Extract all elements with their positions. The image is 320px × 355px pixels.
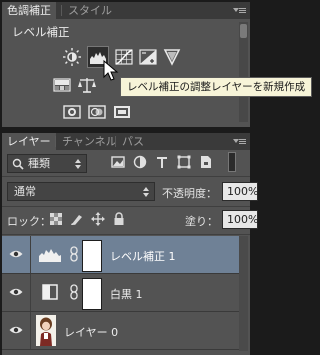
lock-all-icon[interactable] — [112, 212, 126, 226]
opacity-label: 不透明度： — [162, 187, 217, 200]
lock-transparent-pixels-icon[interactable] — [49, 212, 63, 226]
color-lookup-icon[interactable] — [112, 102, 132, 122]
type-filter-icon[interactable] — [154, 154, 170, 170]
divider — [2, 206, 250, 207]
blend-mode-label: 通常 — [14, 185, 36, 198]
layer-name[interactable]: 白黒 1 — [110, 286, 143, 302]
photo-filter-icon[interactable] — [62, 102, 82, 122]
shape-filter-icon[interactable] — [176, 154, 192, 170]
layer-name[interactable]: レイヤー 0 — [64, 324, 118, 340]
hue-saturation-icon[interactable] — [52, 75, 72, 95]
pixel-filter-icon[interactable] — [110, 154, 126, 170]
tab-adjustments[interactable]: 色調補正 — [2, 2, 56, 19]
search-icon — [12, 158, 24, 170]
filter-kind-label: 種類 — [28, 157, 50, 170]
layers-panel: レイヤー チャンネル パス 種類 通常 不透明度： 100% ロック： 塗り： … — [2, 133, 258, 355]
lock-position-icon[interactable] — [91, 212, 105, 226]
adjustments-panel-menu-icon[interactable] — [233, 5, 246, 16]
brightness-contrast-icon[interactable] — [62, 47, 82, 67]
lock-image-pixels-icon[interactable] — [70, 212, 84, 226]
vibrance-icon[interactable] — [162, 47, 182, 67]
black-white-adjustment-thumbnail-icon — [42, 284, 58, 300]
mouse-pointer-icon — [103, 59, 119, 85]
tab-layers[interactable]: レイヤー — [2, 133, 56, 150]
layer-mask-thumbnail[interactable] — [82, 278, 102, 310]
opacity-input[interactable]: 100% — [222, 182, 258, 201]
divider — [2, 176, 250, 177]
layers-panel-menu-icon[interactable] — [233, 136, 246, 147]
adjustments-scrollbar[interactable] — [239, 22, 248, 122]
adjustment-filter-icon[interactable] — [132, 154, 148, 170]
tab-channels[interactable]: チャンネル — [57, 133, 122, 150]
tab-paths[interactable]: パス — [117, 133, 149, 150]
layers-tab-bar: レイヤー チャンネル パス — [2, 133, 250, 150]
layer-row-layer-0[interactable]: レイヤー 0 — [2, 312, 241, 350]
visibility-eye-icon[interactable] — [9, 249, 23, 259]
layer-mask-thumbnail[interactable] — [82, 240, 102, 272]
visibility-eye-icon[interactable] — [9, 325, 23, 335]
adjustments-panel: 色調補正 スタイル レベル補正 — [2, 2, 250, 127]
exposure-icon[interactable] — [138, 47, 158, 67]
smart-object-filter-icon[interactable] — [198, 154, 214, 170]
link-chain-icon[interactable] — [70, 284, 78, 300]
layer-name[interactable]: レベル補正 1 — [110, 248, 176, 264]
blend-mode-select[interactable]: 通常 — [7, 182, 155, 201]
levels-adjustment-thumbnail-icon — [38, 245, 62, 272]
levels-tooltip: レベル補正の調整レイヤーを新規作成 — [120, 77, 313, 97]
link-chain-icon[interactable] — [70, 246, 78, 262]
tab-divider — [115, 136, 116, 147]
layer-row-black-white[interactable]: 白黒 1 — [2, 274, 241, 312]
layer-image-thumbnail[interactable] — [36, 315, 56, 346]
tab-divider — [61, 5, 62, 16]
adjustments-scroll-thumb[interactable] — [240, 24, 247, 38]
divider — [2, 234, 250, 235]
tab-divider — [55, 136, 56, 147]
visibility-eye-icon[interactable] — [9, 287, 23, 297]
adjustments-tab-bar: 色調補正 スタイル — [2, 2, 250, 19]
fill-label: 塗り： — [185, 215, 218, 228]
color-balance-icon[interactable] — [77, 75, 97, 95]
layers-scrollbar[interactable] — [239, 236, 248, 351]
layer-row-levels[interactable]: レベル補正 1 — [2, 236, 241, 274]
tab-styles[interactable]: スタイル — [63, 2, 117, 19]
lock-label: ロック： — [7, 215, 51, 228]
select-stepper-icon — [75, 159, 81, 169]
filter-toggle-switch[interactable] — [228, 152, 236, 172]
select-stepper-icon — [143, 187, 149, 197]
channel-mixer-icon[interactable] — [87, 102, 107, 122]
adjustments-title: レベル補正 — [12, 25, 70, 39]
filter-kind-select[interactable]: 種類 — [7, 154, 87, 173]
fill-input[interactable]: 100% — [222, 210, 258, 229]
